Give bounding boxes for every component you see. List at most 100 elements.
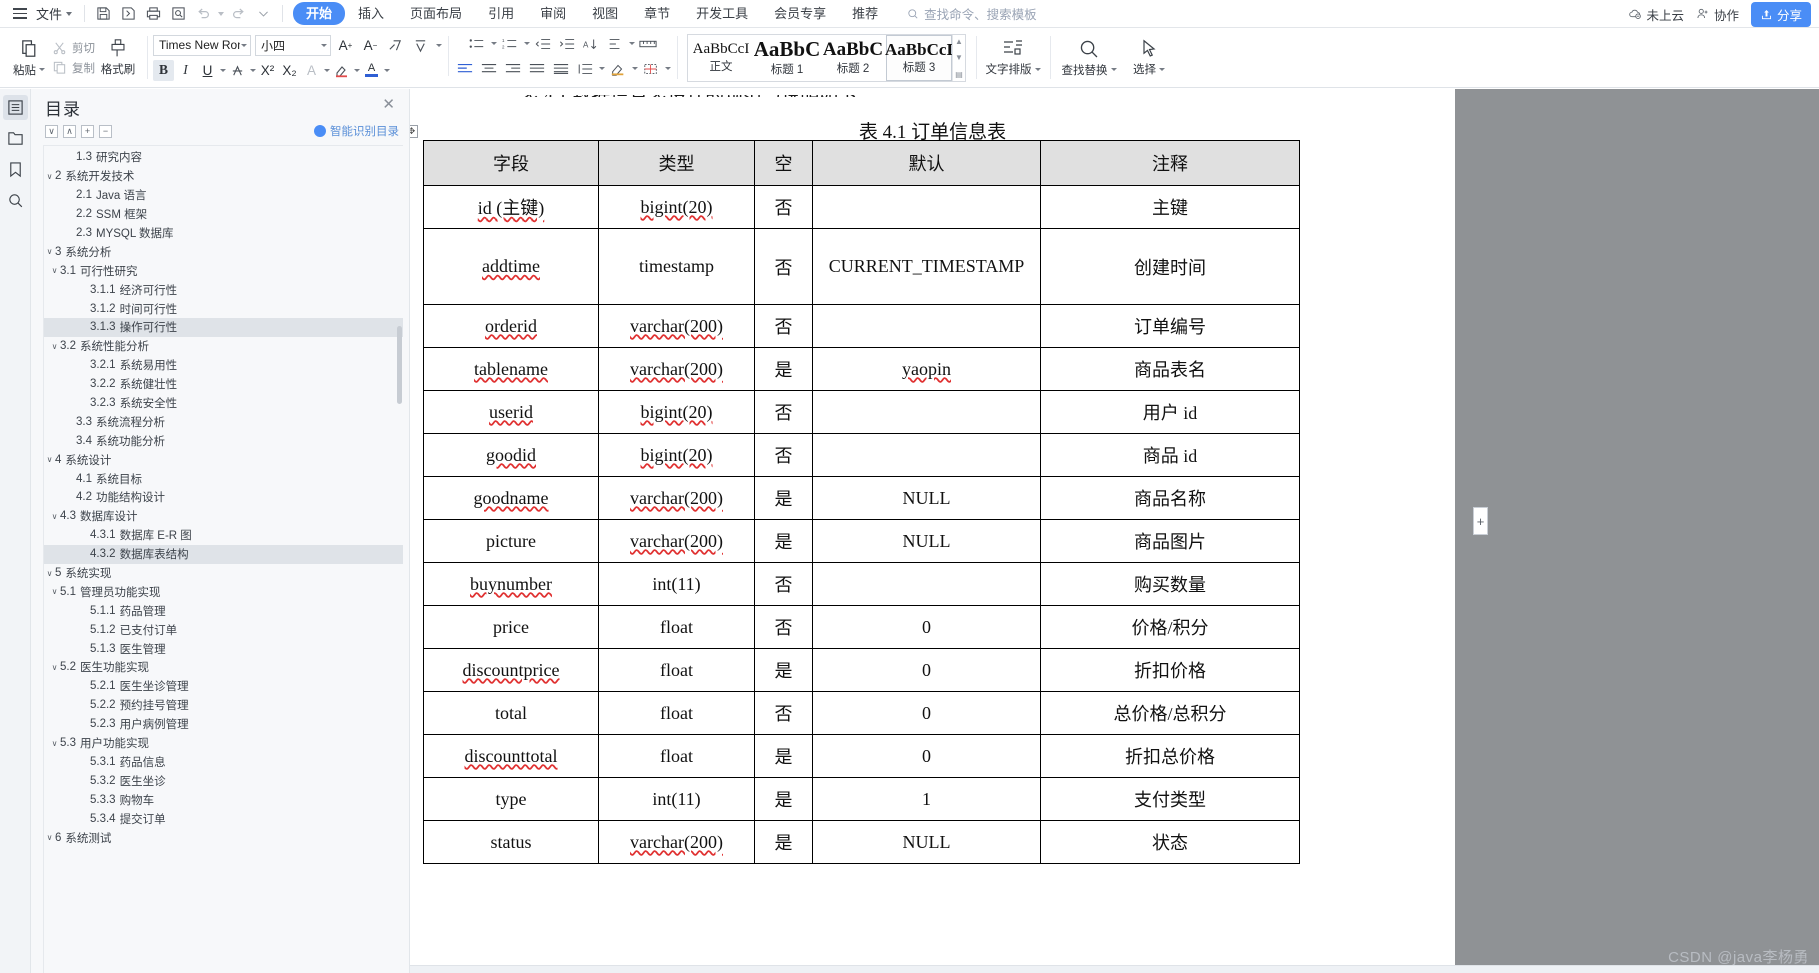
chevron-down-icon[interactable] [324,68,330,72]
highlight-color-button[interactable] [331,60,352,81]
cell-field[interactable]: userid [423,390,599,434]
collapse-down-icon[interactable]: ∨ [45,124,58,138]
cell-comment[interactable]: 折扣价格 [1040,648,1300,692]
outline-item[interactable]: 4.2 功能结构设计 [44,488,403,507]
chevron-down-icon[interactable]: ∨ [49,342,60,351]
decrease-font-size-icon[interactable]: A − [360,35,381,56]
cell-type[interactable]: varchar(200) [598,304,755,348]
chevron-down-icon[interactable] [629,42,635,45]
cell-default[interactable]: CURRENT_TIMESTAMP [812,228,1041,305]
undo-dropdown-icon[interactable] [216,3,226,25]
cell-comment[interactable]: 主键 [1040,185,1300,229]
bookmark-panel-icon[interactable] [3,157,28,182]
cell-nullable[interactable]: 否 [754,433,813,477]
outline-item[interactable]: 3.1.2 时间可行性 [44,299,403,318]
outline-item[interactable]: ∨ 2 系统开发技术 [44,167,403,186]
cell-type[interactable]: float [598,691,755,735]
cut-button[interactable]: 剪切 [52,40,95,56]
outline-item[interactable]: 5.1.1 药品管理 [44,601,403,620]
thumbnail-panel-icon[interactable] [3,126,28,151]
paste-button[interactable]: 粘贴 [6,30,52,86]
text-effects-button[interactable]: A [301,60,322,81]
chevron-down-icon[interactable] [665,67,671,70]
undo-icon[interactable] [191,3,216,25]
outline-item[interactable]: ∨ 5.2 医生功能实现 [44,658,403,677]
font-family-select[interactable]: Times New Roma [153,34,251,56]
cell-default[interactable]: 0 [812,734,1041,778]
outline-item[interactable]: 5.3.3 购物车 [44,790,403,809]
chevron-down-icon[interactable] [220,68,226,72]
cell-default[interactable]: NULL [812,820,1041,864]
chevron-down-icon[interactable] [250,68,256,72]
cell-comment[interactable]: 创建时间 [1040,228,1300,305]
bullet-list-button[interactable] [466,34,488,54]
outline-item[interactable]: 2.3 MYSQL 数据库 [44,224,403,243]
cell-default[interactable]: 1 [812,777,1041,821]
table-row[interactable]: goodid bigint(20) 否 商品 id [423,433,1300,477]
distribute-button[interactable] [550,59,572,79]
font-size-select[interactable]: 小四 [255,34,331,56]
cell-type[interactable]: varchar(200) [598,476,755,520]
tab-developer-tools[interactable]: 开发工具 [683,2,761,25]
outline-item[interactable]: 5.2.2 预约挂号管理 [44,696,403,715]
cell-default[interactable]: NULL [812,519,1041,563]
cell-type[interactable]: float [598,605,755,649]
ruler-button[interactable] [637,34,659,54]
outline-item[interactable]: ∨ 4 系统设计 [44,450,403,469]
cell-default[interactable] [812,562,1041,606]
table-row[interactable]: status varchar(200) 是 NULL 状态 [423,820,1300,864]
outline-item[interactable]: 3.1.1 经济可行性 [44,280,403,299]
chevron-down-icon[interactable] [436,43,442,47]
insert-row-marker[interactable]: + [1473,507,1488,535]
cell-type[interactable]: varchar(200) [598,519,755,563]
collaborate-button[interactable]: 协作 [1696,5,1739,24]
select-button[interactable]: 选择 [1122,30,1176,86]
align-right-button[interactable] [502,59,524,79]
cell-field[interactable]: discounttotal [423,734,599,778]
table-row[interactable]: picture varchar(200) 是 NULL 商品图片 [423,519,1300,563]
outline-item[interactable]: 3.3 系统流程分析 [44,412,403,431]
outline-panel-icon[interactable] [2,95,28,120]
find-replace-button[interactable]: 查找替换 [1056,30,1122,86]
cell-nullable[interactable]: 是 [754,734,813,778]
command-search[interactable]: 查找命令、搜索模板 [907,4,1037,23]
outline-item[interactable]: 2.2 SSM 框架 [44,205,403,224]
tab-page-layout[interactable]: 页面布局 [397,2,475,25]
line-spacing-button[interactable] [574,59,596,79]
chevron-down-icon[interactable]: ∨ [49,663,60,672]
cell-comment[interactable]: 价格/积分 [1040,605,1300,649]
cell-type[interactable]: float [598,648,755,692]
scroll-up-icon[interactable]: ▲ [955,37,963,46]
style-gallery-scroll[interactable]: ▲ ▼ ▤ [952,34,965,81]
cloud-status[interactable]: 未上云 [1628,5,1684,24]
text-layout-button[interactable]: 文字排版 [982,30,1044,86]
chevron-down-icon[interactable] [599,67,605,70]
outline-item[interactable]: ∨ 3 系统分析 [44,242,403,261]
align-left-button[interactable] [454,59,476,79]
table-row[interactable]: userid bigint(20) 否 用户 id [423,390,1300,434]
outline-item[interactable]: 5.3.2 医生坐诊 [44,771,403,790]
increase-indent-button[interactable] [556,34,578,54]
cell-nullable[interactable]: 否 [754,691,813,735]
customize-toolbar-icon[interactable] [251,3,276,25]
table-row[interactable]: buynumber int(11) 否 购买数量 [423,562,1300,606]
outline-item[interactable]: ∨ 3.1 可行性研究 [44,261,403,280]
cell-type[interactable]: timestamp [598,228,755,305]
cell-nullable[interactable]: 否 [754,185,813,229]
chevron-down-icon[interactable] [491,42,497,45]
style-item-heading-2[interactable]: AaBbC 标题 2 [820,35,886,81]
close-icon[interactable]: ✕ [382,95,399,113]
chevron-down-icon[interactable]: ∨ [44,833,55,842]
cell-comment[interactable]: 商品表名 [1040,347,1300,391]
table-row[interactable]: addtime timestamp 否 CURRENT_TIMESTAMP 创建时间 [423,228,1300,305]
expand-gallery-icon[interactable]: ▤ [955,70,963,79]
outline-scrollbar-thumb[interactable] [397,326,402,404]
cell-field[interactable]: type [423,777,599,821]
outline-item[interactable]: 5.3.4 提交订单 [44,809,403,828]
table-row[interactable]: tablename varchar(200) 是 yaopin 商品表名 [423,347,1300,391]
print-preview-icon[interactable] [166,3,191,25]
tab-review[interactable]: 审阅 [527,2,579,25]
collapse-up-icon[interactable]: ∧ [63,124,76,138]
tab-view[interactable]: 视图 [579,2,631,25]
cell-type[interactable]: bigint(20) [598,390,755,434]
